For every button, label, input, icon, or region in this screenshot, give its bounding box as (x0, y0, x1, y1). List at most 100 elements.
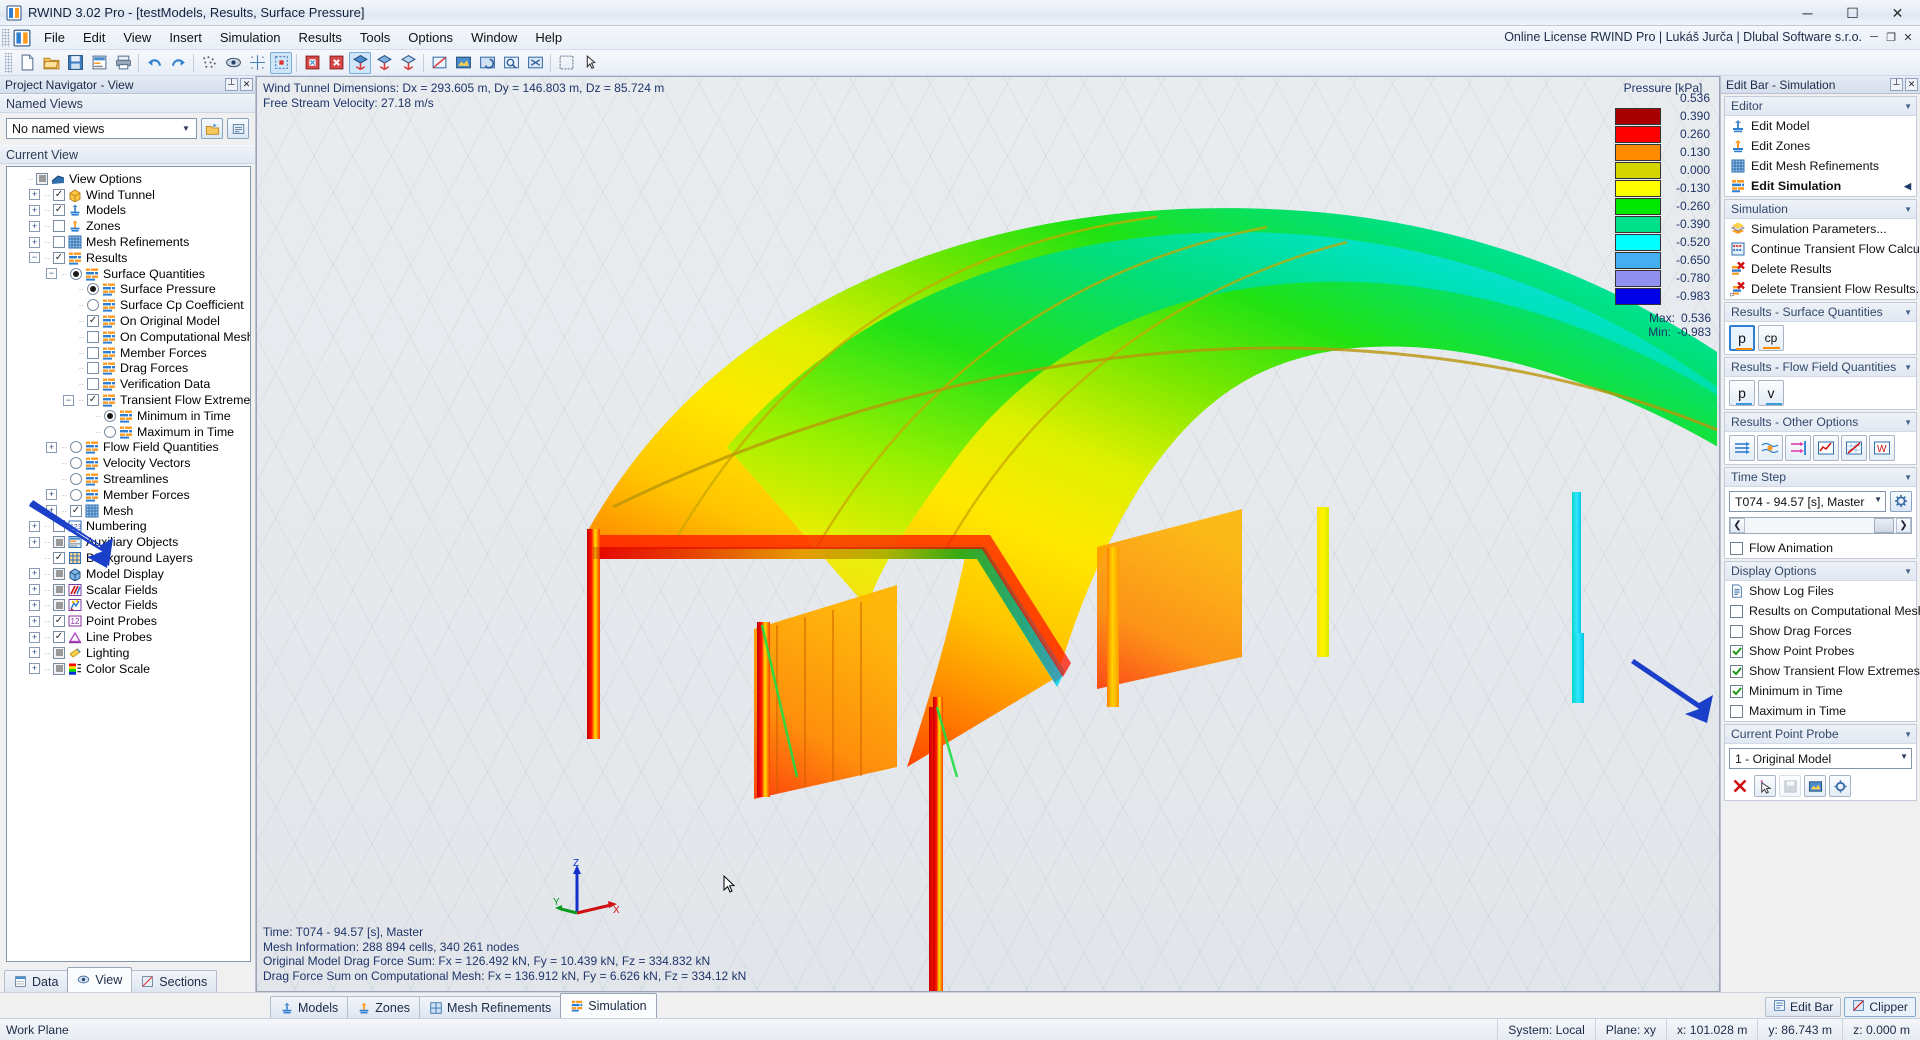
expand-icon[interactable]: + (29, 615, 40, 627)
show-drag-forces-checkbox[interactable] (1730, 624, 1743, 638)
gear-icon[interactable] (1890, 490, 1912, 512)
results-on-computational-mesh-checkbox[interactable] (1730, 604, 1743, 618)
menu-item-options[interactable]: Options (399, 27, 462, 48)
view-free-icon[interactable] (428, 52, 450, 74)
tree-checkbox-checked[interactable]: ✓ (87, 315, 99, 328)
tree-item-color-scale[interactable]: + ·· Color Scale (10, 661, 250, 677)
tree-item-models[interactable]: + ·· ✓ Models (10, 203, 250, 219)
expand-icon[interactable]: + (46, 441, 57, 453)
tree-checkbox-partial[interactable] (53, 599, 65, 612)
tree-item-surface-pressure[interactable]: ·· Surface Pressure (10, 282, 250, 298)
named-views-combo[interactable]: No named views ▼ (6, 118, 197, 139)
tree-radio[interactable] (70, 473, 82, 486)
expand-icon[interactable]: + (29, 220, 40, 232)
mesh-dots-icon[interactable] (198, 52, 220, 74)
close-button[interactable]: ✕ (1875, 0, 1920, 26)
tree-checkbox-checked[interactable]: ✓ (53, 631, 65, 643)
show-point-probes-checkbox[interactable] (1730, 644, 1743, 658)
undo-icon[interactable] (143, 52, 165, 74)
tab-view[interactable]: View (67, 967, 133, 992)
menu-drag-grip[interactable] (2, 28, 10, 47)
tree-item-zones[interactable]: + ·· Zones (10, 218, 250, 234)
expand-icon[interactable]: + (46, 489, 57, 501)
expand-icon[interactable]: + (29, 584, 40, 596)
menu-item-file[interactable]: File (35, 27, 74, 48)
tree-checkbox[interactable] (87, 330, 99, 343)
results-flow-header[interactable]: Results - Flow Field Quantities ▼ (1725, 358, 1916, 377)
tree-checkbox-checked[interactable]: ✓ (53, 251, 65, 264)
view-options-tree[interactable]: ·· View Options + ·· ✓ Wind Tunnel + ·· ✓ Models +… (6, 166, 251, 962)
pin-icon[interactable]: ┴ (225, 78, 238, 91)
tree-item-surface-quantities[interactable]: − ·· Surface Quantities (10, 266, 250, 282)
display-options-header[interactable]: Display Options ▼ (1725, 562, 1916, 581)
current-point-probe-header[interactable]: Current Point Probe ▼ (1725, 725, 1916, 744)
tree-checkbox[interactable] (87, 378, 99, 391)
expand-icon[interactable]: + (29, 189, 40, 201)
expand-icon[interactable]: + (29, 568, 40, 580)
edit-simulation-item[interactable]: Edit Simulation ◀ (1725, 176, 1916, 196)
mdi-restore-button[interactable]: ❐ (1883, 29, 1899, 45)
collapse-icon[interactable]: − (46, 268, 57, 280)
color-render-icon[interactable] (452, 52, 474, 74)
expand-icon[interactable]: + (29, 663, 40, 675)
manage-view-icon[interactable] (227, 118, 249, 139)
expand-icon[interactable]: + (29, 520, 40, 532)
current-point-probe-combo[interactable]: 1 - Original Model ▼ (1729, 748, 1912, 769)
flow-velocity-v-button[interactable]: v (1758, 380, 1784, 406)
tree-radio[interactable] (70, 441, 82, 454)
probe-settings-icon[interactable] (1829, 775, 1851, 797)
tree-item-point-probes[interactable]: + ·· ✓ 12 Point Probes (10, 613, 250, 629)
show-drag-forces-item[interactable]: Show Drag Forces (1725, 621, 1916, 641)
report-icon[interactable] (88, 52, 110, 74)
results-other-header[interactable]: Results - Other Options ▼ (1725, 413, 1916, 432)
time-step-slider-thumb[interactable] (1874, 518, 1894, 533)
editor-section-header[interactable]: Editor ▼ (1725, 97, 1916, 116)
tree-checkbox-checked[interactable]: ✓ (70, 504, 82, 517)
doc-tab-mesh-refinements[interactable]: Mesh Refinements (419, 996, 562, 1018)
show-log-files-item[interactable]: Show Log Files (1725, 581, 1916, 601)
menu-item-view[interactable]: View (114, 27, 160, 48)
doc-tab-simulation[interactable]: Simulation (560, 993, 657, 1018)
tree-item-view-options[interactable]: ·· View Options (10, 171, 250, 187)
graph-icon[interactable] (1813, 435, 1839, 461)
simulation-section-header[interactable]: Simulation ▼ (1725, 200, 1916, 219)
mdi-minimize-button[interactable]: ─ (1866, 29, 1882, 45)
menu-item-insert[interactable]: Insert (160, 27, 211, 48)
collapse-icon[interactable]: − (63, 394, 74, 406)
tree-item-line-probes[interactable]: + ·· ✓ Line Probes (10, 629, 250, 645)
continue-transient-flow-item[interactable]: Continue Transient Flow Calculat... (1725, 239, 1920, 259)
edit-mesh-refinements-item[interactable]: Edit Mesh Refinements (1725, 156, 1916, 176)
tree-item-background-layers[interactable]: ·· ✓ Background Layers (10, 550, 250, 566)
time-step-prev-button[interactable]: ❮ (1730, 518, 1745, 533)
tree-item-mesh[interactable]: + ·· ✓ Mesh (10, 503, 250, 519)
tree-item-minimum-in-time[interactable]: ·· Minimum in Time (10, 408, 250, 424)
view-rotate-icon[interactable] (476, 52, 498, 74)
select-box-icon[interactable] (270, 51, 292, 74)
results-surface-header[interactable]: Results - Surface Quantities ▼ (1725, 303, 1916, 322)
tree-checkbox[interactable] (53, 220, 65, 233)
edit-zones-item[interactable]: Edit Zones (1725, 136, 1916, 156)
new-file-icon[interactable] (16, 52, 38, 74)
render-x-icon[interactable] (325, 52, 347, 74)
tree-checkbox-checked[interactable]: ✓ (53, 204, 65, 217)
tree-checkbox[interactable] (53, 520, 65, 533)
tree-checkbox-partial[interactable] (53, 583, 65, 596)
chevron-down-icon[interactable]: ▼ (1904, 102, 1912, 111)
streamlines-icon[interactable] (1757, 435, 1783, 461)
close-icon[interactable]: ✕ (240, 78, 253, 91)
simulation-parameters-item[interactable]: Simulation Parameters... (1725, 219, 1916, 239)
chevron-down-icon[interactable]: ▼ (1904, 205, 1912, 214)
tree-radio-selected[interactable] (70, 267, 82, 280)
eye-mesh-icon[interactable] (222, 52, 244, 74)
dock-tab-clipper[interactable]: Clipper (1844, 997, 1916, 1017)
doc-tab-models[interactable]: Models (270, 996, 349, 1018)
menu-item-window[interactable]: Window (462, 27, 526, 48)
view-iso1-icon[interactable] (349, 51, 371, 74)
save-view-icon[interactable] (201, 118, 223, 139)
tree-checkbox-partial[interactable] (53, 536, 65, 549)
chevron-down-icon[interactable]: ▼ (1904, 308, 1912, 317)
zoom-fit-icon[interactable] (524, 52, 546, 74)
tree-item-mesh-refinements[interactable]: + ·· Mesh Refinements (10, 234, 250, 250)
surface-cp-button[interactable]: cp (1758, 325, 1784, 351)
menu-item-edit[interactable]: Edit (74, 27, 114, 48)
